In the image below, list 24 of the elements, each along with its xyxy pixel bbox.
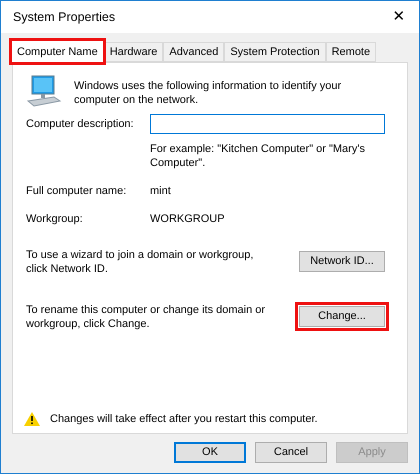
description-field[interactable] [150, 114, 385, 134]
window-title: System Properties [13, 8, 116, 26]
hint-text: For example: "Kitchen Computer" or "Mary's Computer". [150, 142, 366, 170]
close-button[interactable]: ✕ [387, 5, 411, 29]
action-button[interactable]: Change... [299, 306, 385, 327]
field-value: WORKGROUP [150, 212, 225, 226]
intro-text: Windows uses the following information to identify your computer on the network. [74, 79, 342, 107]
tab[interactable]: Advanced [163, 42, 224, 62]
field-label: Workgroup: [26, 212, 84, 226]
warning-text: Changes will take effect after you restart this computer. [50, 412, 318, 426]
field-label: Computer description: [26, 116, 135, 132]
warning-icon [24, 412, 40, 426]
field-value: mint [150, 184, 171, 199]
field-label: Full computer name: [26, 184, 128, 199]
dialog-button[interactable]: OK [174, 442, 246, 463]
instruction-text: To use a wizard to join a domain or workgroup, click Network ID. [26, 248, 254, 276]
tab[interactable]: Computer Name [11, 40, 104, 63]
instruction-text: To rename this computer or change its domain or workgroup, click Change. [26, 302, 266, 330]
tab[interactable]: Remote [326, 42, 376, 62]
computer-icon [26, 75, 62, 107]
tab[interactable]: Hardware [104, 42, 164, 62]
tab[interactable]: System Protection [224, 42, 326, 62]
dialog-button[interactable]: Cancel [255, 442, 327, 463]
action-button[interactable]: Network ID... [299, 251, 385, 272]
